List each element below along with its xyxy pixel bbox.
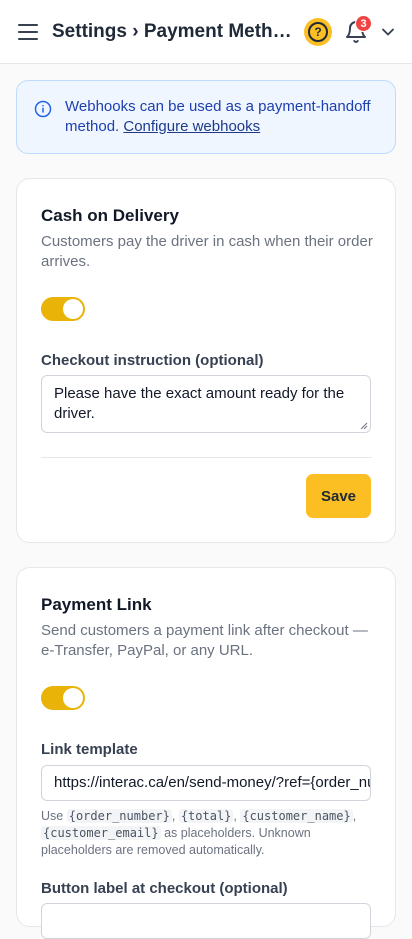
- save-button[interactable]: Save: [306, 474, 371, 518]
- card-title: Payment Link: [41, 595, 152, 614]
- cash-on-delivery-card: Cash on Delivery Customers pay the drive…: [16, 178, 396, 543]
- checkout-instruction-value: Please have the exact amount ready for t…: [54, 385, 345, 422]
- toggle-knob: [63, 688, 83, 708]
- info-icon: [34, 100, 52, 118]
- chevron-down-icon: [382, 28, 394, 36]
- menu-line: [18, 31, 38, 33]
- page-title: Settings › Payment Methods: [52, 21, 292, 42]
- webhook-notice: Webhooks can be used as a payment-handof…: [16, 80, 396, 154]
- button-label-label: Button label at checkout (optional): [41, 880, 288, 897]
- payment-link-card: Payment Link Send customers a payment li…: [16, 567, 396, 939]
- checkout-instruction-field[interactable]: Please have the exact amount ready for t…: [41, 375, 371, 433]
- card-title: Cash on Delivery: [41, 206, 179, 225]
- link-template-label: Link template: [41, 741, 138, 758]
- placeholder-token: {total}: [178, 809, 234, 823]
- help-prefix: Use: [41, 809, 64, 823]
- top-bar: Settings › Payment Methods ? 3: [0, 0, 412, 64]
- notice-text: Webhooks can be used as a payment-handof…: [65, 97, 383, 137]
- payment-link-toggle[interactable]: [41, 686, 85, 710]
- configure-webhooks-link[interactable]: Configure webhooks: [123, 118, 260, 135]
- cash-on-delivery-toggle[interactable]: [41, 297, 85, 321]
- menu-icon[interactable]: [16, 20, 40, 44]
- card-description: Customers pay the driver in cash when th…: [41, 233, 373, 270]
- notification-badge: 3: [355, 15, 372, 32]
- placeholder-token: {order_number}: [66, 809, 172, 823]
- resize-grip-icon[interactable]: [360, 422, 368, 430]
- button-label-input[interactable]: [41, 903, 371, 939]
- divider: [41, 457, 372, 458]
- menu-line: [18, 24, 38, 26]
- link-template-input[interactable]: https://interac.ca/en/send-money/?ref={o…: [41, 765, 371, 801]
- account-menu-button[interactable]: [378, 22, 398, 42]
- link-template-help: Use {order_number}, {total}, {customer_n…: [41, 809, 357, 857]
- toggle-knob: [63, 299, 83, 319]
- placeholder-token: {customer_name}: [240, 809, 353, 823]
- placeholder-token: {customer_email}: [41, 826, 161, 840]
- help-button[interactable]: ?: [304, 18, 332, 46]
- menu-line: [18, 38, 38, 40]
- checkout-instruction-label: Checkout instruction (optional): [41, 352, 264, 369]
- help-icon: ?: [308, 22, 328, 42]
- card-description: Send customers a payment link after chec…: [41, 622, 368, 659]
